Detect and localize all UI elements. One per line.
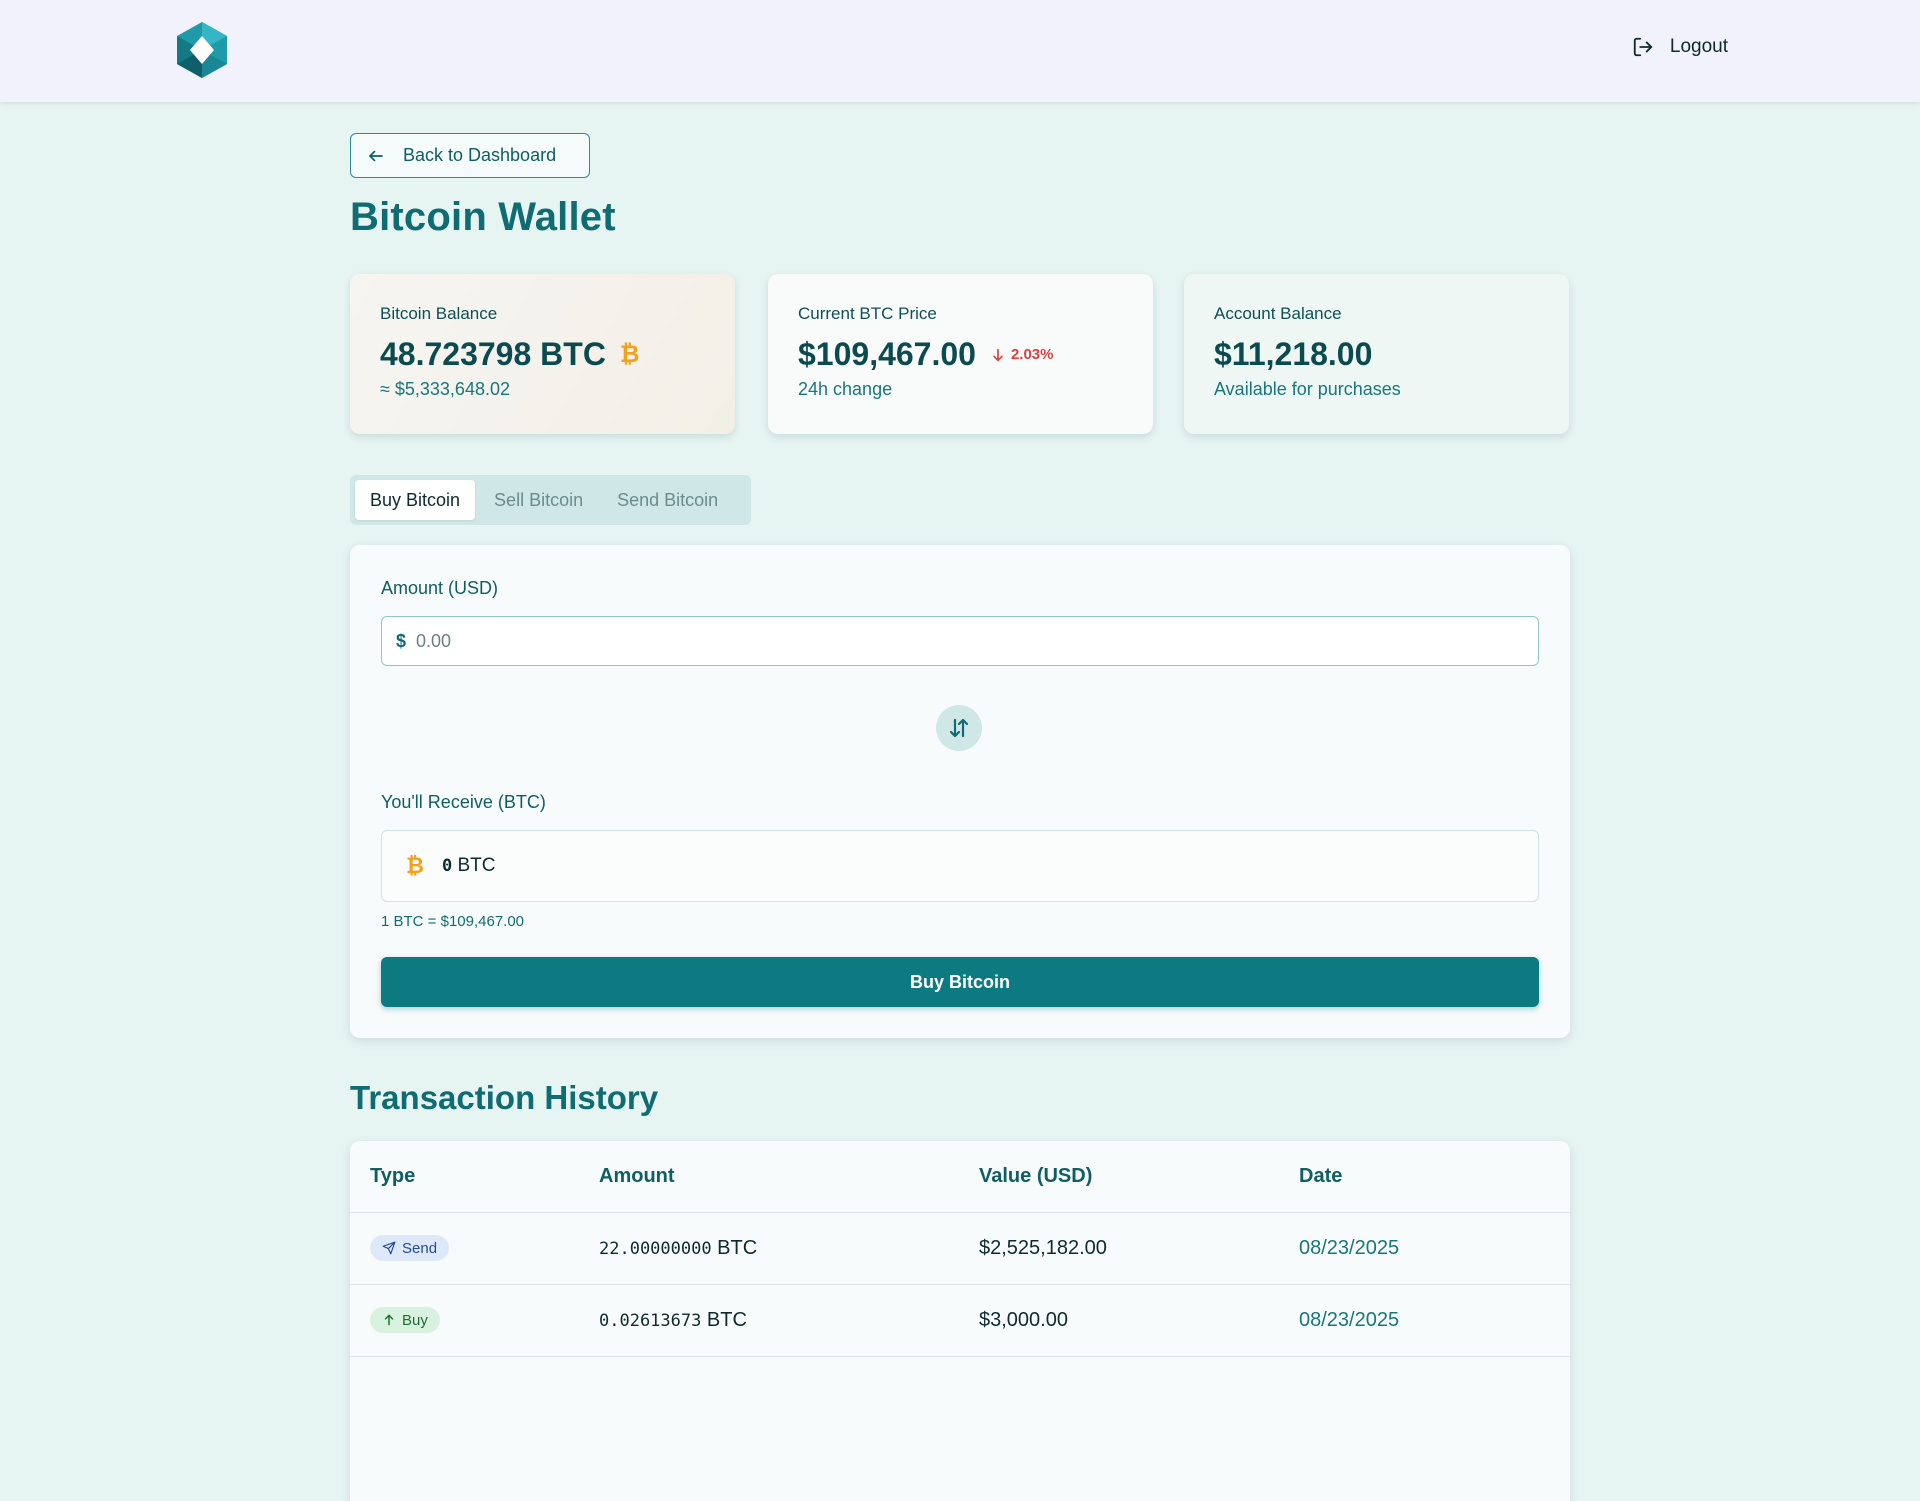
arrow-up-icon <box>384 1314 394 1326</box>
bitcoin-balance-value: 48.723798 BTC ₿ <box>380 336 705 373</box>
trade-tabs: Buy Bitcoin Sell Bitcoin Send Bitcoin <box>350 475 751 525</box>
amount-input-wrapper[interactable]: $ <box>381 616 1539 666</box>
amount-unit: BTC <box>717 1237 758 1259</box>
back-to-dashboard-button[interactable]: Back to Dashboard <box>350 133 590 178</box>
arrow-down-icon <box>993 348 1003 361</box>
receive-label: You'll Receive (BTC) <box>381 792 546 812</box>
transaction-history-title: Transaction History <box>350 1079 659 1116</box>
date-cell: 08/23/2025 <box>1299 1237 1400 1259</box>
account-balance-card: Account Balance $11,218.00 Available for… <box>1184 274 1569 434</box>
column-header-date[interactable]: Date <box>1299 1165 1342 1188</box>
tab-buy-bitcoin[interactable]: Buy Bitcoin <box>355 480 476 520</box>
receive-unit: BTC <box>457 855 496 876</box>
price-change-value: 2.03% <box>1010 346 1054 363</box>
amount-cell: 22.00000000 BTC <box>599 1237 757 1260</box>
buy-bitcoin-button[interactable]: Buy Bitcoin <box>381 957 1539 1007</box>
dollar-icon: $ <box>396 630 407 651</box>
logout-button[interactable]: Logout <box>1632 36 1728 58</box>
column-header-amount[interactable]: Amount <box>599 1165 675 1188</box>
card-value-text: 48.723798 BTC <box>380 336 606 372</box>
amount-unit: BTC <box>706 1309 747 1331</box>
column-header-value[interactable]: Value (USD) <box>979 1165 1092 1188</box>
card-subtitle: Available for purchases <box>1214 379 1401 399</box>
buy-bitcoin-form: Amount (USD) $ You'll Receive (BTC) ₿ 0 … <box>350 545 1570 1038</box>
account-balance-value: $11,218.00 <box>1214 336 1539 373</box>
tab-send-bitcoin[interactable]: Send Bitcoin <box>602 480 733 520</box>
bitcoin-icon: ₿ <box>619 340 640 368</box>
card-value-text: $11,218.00 <box>1214 336 1373 372</box>
price-change-badge: 2.03% <box>990 346 1054 363</box>
amount-value: 0.02613673 <box>599 1311 702 1331</box>
amount-input[interactable] <box>416 630 1417 652</box>
send-icon <box>382 1241 396 1255</box>
top-bar: Logout <box>0 0 1920 102</box>
arrow-left-icon <box>369 150 383 161</box>
logout-icon <box>1633 37 1653 57</box>
type-badge-send: Send <box>370 1235 450 1261</box>
receive-amount-display: ₿ 0 BTC <box>381 830 1539 902</box>
bitcoin-icon: ₿ <box>406 853 424 878</box>
type-badge-buy: Buy <box>370 1307 440 1333</box>
column-header-type[interactable]: Type <box>370 1165 415 1188</box>
date-cell: 08/23/2025 <box>1299 1309 1400 1331</box>
receive-amount: 0 BTC <box>442 855 496 877</box>
bitcoin-balance-card: Bitcoin Balance 48.723798 BTC ₿ ≈ $5,333… <box>350 274 735 434</box>
page-title: Bitcoin Wallet <box>350 195 616 239</box>
type-label: Buy <box>402 1311 428 1329</box>
summary-cards: Bitcoin Balance 48.723798 BTC ₿ ≈ $5,333… <box>350 274 1570 434</box>
logout-label: Logout <box>1669 36 1728 57</box>
card-subtitle: 24h change <box>798 379 893 399</box>
btc-price-card: Current BTC Price $109,467.00 2.03% 24h … <box>768 274 1153 434</box>
amount-value: 22.00000000 <box>599 1239 712 1259</box>
swap-button[interactable] <box>936 705 982 751</box>
usd-equivalent: ≈ $5,333,648.02 <box>380 379 510 399</box>
card-label: Account Balance <box>1214 304 1342 323</box>
exchange-rate: 1 BTC = $109,467.00 <box>381 913 525 930</box>
amount-label: Amount (USD) <box>381 578 499 598</box>
tab-sell-bitcoin[interactable]: Sell Bitcoin <box>479 480 598 520</box>
value-cell: $2,525,182.00 <box>979 1237 1107 1259</box>
table-row[interactable]: Buy 0.02613673 BTC $3,000.00 08/23/2025 <box>350 1285 1570 1357</box>
table-header: Type Amount Value (USD) Date <box>350 1141 1570 1213</box>
card-label: Bitcoin Balance <box>380 304 498 323</box>
btc-price-value: $109,467.00 2.03% <box>798 336 1123 373</box>
back-label: Back to Dashboard <box>403 145 557 165</box>
receive-amount-value: 0 <box>441 856 453 876</box>
amount-cell: 0.02613673 BTC <box>599 1309 747 1332</box>
app-logo-icon[interactable] <box>176 21 228 79</box>
value-cell: $3,000.00 <box>979 1309 1068 1331</box>
card-label: Current BTC Price <box>798 304 937 323</box>
card-value-text: $109,467.00 <box>798 336 976 372</box>
type-label: Send <box>402 1239 438 1257</box>
transaction-table: Type Amount Value (USD) Date Send 22.000… <box>350 1141 1570 1501</box>
swap-vertical-icon <box>949 718 969 738</box>
table-row[interactable]: Send 22.00000000 BTC $2,525,182.00 08/23… <box>350 1213 1570 1285</box>
